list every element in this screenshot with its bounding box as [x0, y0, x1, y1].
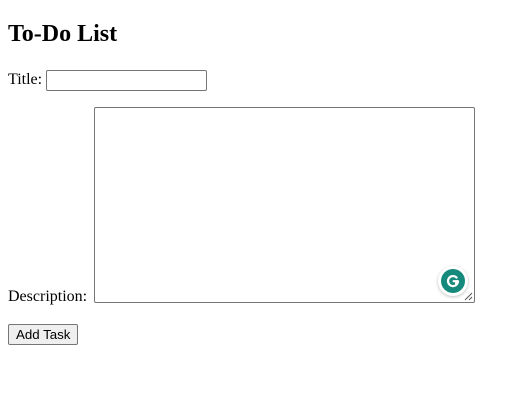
title-row: Title:: [8, 69, 208, 91]
resize-handle-icon[interactable]: [464, 292, 473, 301]
add-task-button[interactable]: Add Task: [8, 324, 79, 345]
grammarly-g-icon: [441, 269, 465, 293]
description-label: Description:: [8, 288, 88, 305]
title-input[interactable]: [46, 69, 208, 91]
title-label: Title:: [8, 71, 43, 88]
description-textarea[interactable]: [94, 107, 475, 303]
page-title: To-Do List: [8, 21, 118, 47]
